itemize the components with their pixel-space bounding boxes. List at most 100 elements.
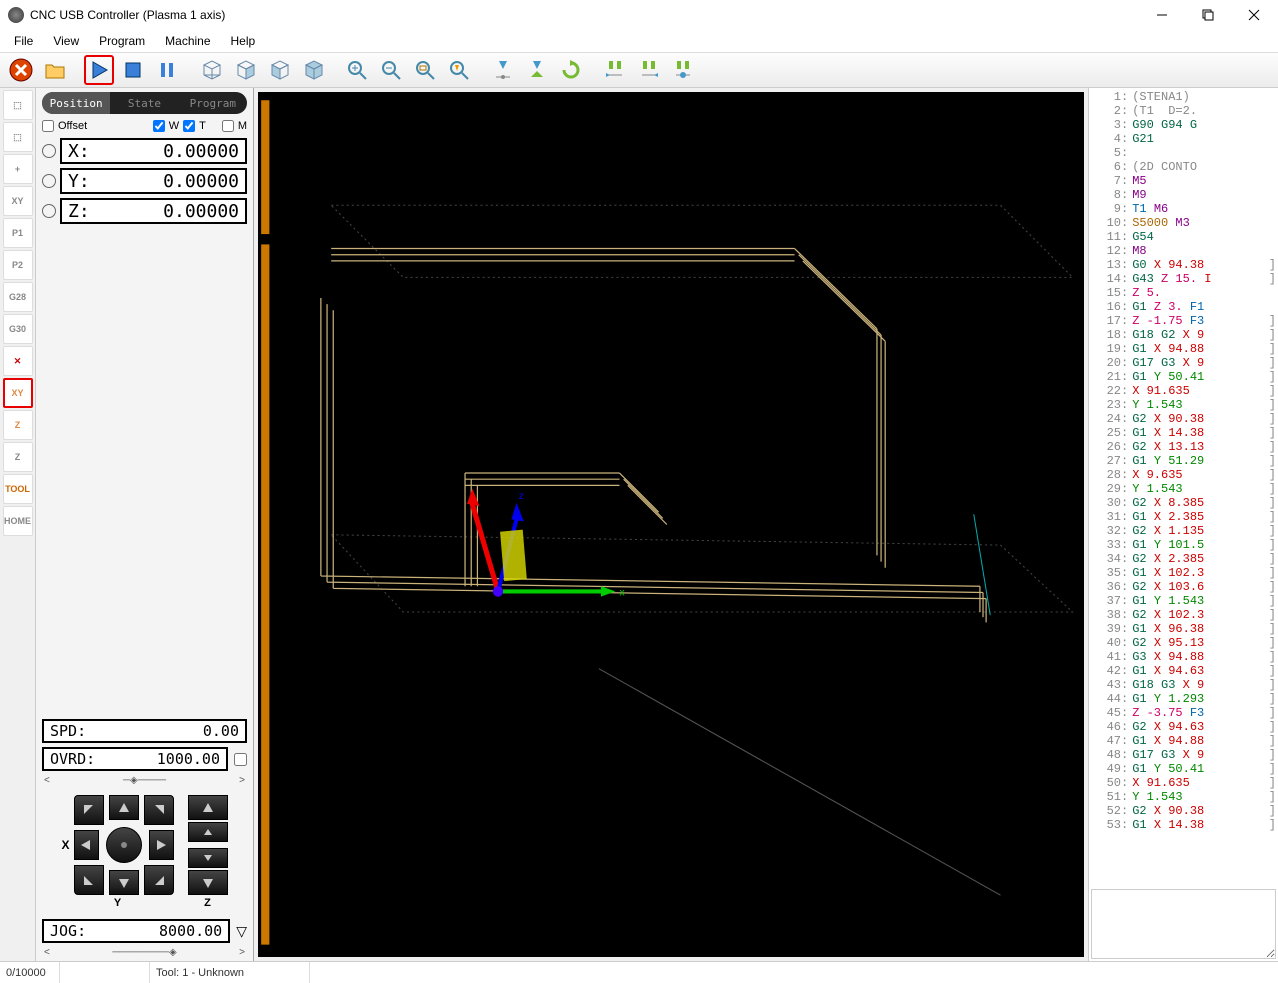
menu-help[interactable]: Help [223, 32, 264, 50]
gcode-line[interactable]: 2:(T1 D=2. [1091, 104, 1276, 118]
view-front-button[interactable] [264, 55, 294, 85]
tab-program[interactable]: Program [179, 92, 247, 114]
gcode-line[interactable]: 17:Z -1.75 F3] [1091, 314, 1276, 328]
gcode-line[interactable]: 22:X 91.635] [1091, 384, 1276, 398]
maximize-button[interactable] [1186, 1, 1230, 29]
gcode-line[interactable]: 32:G2 X 1.135] [1091, 524, 1276, 538]
jog-sw[interactable] [74, 865, 104, 895]
gcode-line[interactable]: 49:G1 Y 50.41] [1091, 762, 1276, 776]
toolchange-button[interactable] [522, 55, 552, 85]
jog-y-minus[interactable] [109, 870, 139, 895]
tool-1-button[interactable] [600, 55, 630, 85]
tool-3-button[interactable] [668, 55, 698, 85]
ovrd-slider[interactable]: <─◈────> [42, 775, 247, 785]
gcode-line[interactable]: 9:T1 M6 [1091, 202, 1276, 216]
tab-position[interactable]: Position [42, 92, 110, 114]
menu-view[interactable]: View [45, 32, 87, 50]
gcode-line[interactable]: 40:G2 X 95.13] [1091, 636, 1276, 650]
offset-checkbox[interactable] [42, 120, 54, 132]
x-radio[interactable] [42, 144, 56, 158]
rail-btn-p2[interactable]: P2 [3, 250, 33, 280]
gcode-line[interactable]: 45:Z -3.75 F3] [1091, 706, 1276, 720]
rail-btn-plus[interactable]: + [3, 154, 33, 184]
jog-z-minus-fine[interactable] [188, 848, 228, 868]
view-side-button[interactable] [230, 55, 260, 85]
gcode-line[interactable]: 34:G2 X 2.385] [1091, 552, 1276, 566]
gcode-line[interactable]: 51:Y 1.543] [1091, 790, 1276, 804]
3d-viewport[interactable]: x z [254, 88, 1088, 961]
gcode-list[interactable]: 1:(STENA1)2:(T1 D=2.3:G90 G94 G4:G215:6:… [1089, 88, 1278, 871]
gcode-line[interactable]: 53:G1 X 14.38] [1091, 818, 1276, 832]
gcode-line[interactable]: 25:G1 X 14.38] [1091, 426, 1276, 440]
menu-program[interactable]: Program [91, 32, 153, 50]
gcode-line[interactable]: 41:G3 X 94.88] [1091, 650, 1276, 664]
gcode-line[interactable]: 19:G1 X 94.88] [1091, 342, 1276, 356]
gcode-line[interactable]: 47:G1 X 94.88] [1091, 734, 1276, 748]
menu-machine[interactable]: Machine [157, 32, 218, 50]
y-radio[interactable] [42, 174, 56, 188]
jog-slider[interactable]: <────────◈> [42, 947, 247, 957]
gcode-line[interactable]: 44:G1 Y 1.293] [1091, 692, 1276, 706]
gcode-line[interactable]: 13:G0 X 94.38] [1091, 258, 1276, 272]
cycle-button[interactable] [556, 55, 586, 85]
gcode-line[interactable]: 42:G1 X 94.63] [1091, 664, 1276, 678]
jog-z-plus-fine[interactable] [188, 822, 228, 842]
play-button[interactable] [84, 55, 114, 85]
gcode-line[interactable]: 15:Z 5. [1091, 286, 1276, 300]
tab-state[interactable]: State [110, 92, 178, 114]
zoom-out-button[interactable] [376, 55, 406, 85]
t-checkbox[interactable] [183, 120, 195, 132]
gcode-line[interactable]: 14:G43 Z 15. I] [1091, 272, 1276, 286]
gcode-line[interactable]: 21:G1 Y 50.41] [1091, 370, 1276, 384]
rail-btn-x[interactable]: ✕ [3, 346, 33, 376]
jog-y-plus[interactable] [109, 795, 139, 820]
gcode-line[interactable]: 23:Y 1.543] [1091, 398, 1276, 412]
estop-button[interactable] [6, 55, 36, 85]
origin-button[interactable] [488, 55, 518, 85]
gcode-line[interactable]: 3:G90 G94 G [1091, 118, 1276, 132]
rail-btn-xy-home[interactable]: XY [3, 378, 33, 408]
gcode-line[interactable]: 5: [1091, 146, 1276, 160]
gcode-line[interactable]: 6:(2D CONTO [1091, 160, 1276, 174]
rail-btn-g28[interactable]: G28 [3, 282, 33, 312]
close-button[interactable] [1232, 1, 1276, 29]
gcode-line[interactable]: 7:M5 [1091, 174, 1276, 188]
gcode-hscroll[interactable] [1089, 871, 1278, 887]
jog-dropdown-icon[interactable]: ▽ [236, 923, 247, 940]
gcode-line[interactable]: 50:X 91.635] [1091, 776, 1276, 790]
rail-btn-p1[interactable]: P1 [3, 218, 33, 248]
menu-file[interactable]: File [6, 32, 41, 50]
minimize-button[interactable] [1140, 1, 1184, 29]
gcode-line[interactable]: 24:G2 X 90.38] [1091, 412, 1276, 426]
pause-button[interactable] [152, 55, 182, 85]
rail-btn-tool[interactable]: TOOL [3, 474, 33, 504]
gcode-line[interactable]: 26:G2 X 13.13] [1091, 440, 1276, 454]
gcode-line[interactable]: 46:G2 X 94.63] [1091, 720, 1276, 734]
gcode-line[interactable]: 27:G1 Y 51.29] [1091, 454, 1276, 468]
gcode-line[interactable]: 39:G1 X 96.38] [1091, 622, 1276, 636]
view-top-button[interactable] [196, 55, 226, 85]
jog-ne[interactable] [144, 795, 174, 825]
ovrd-checkbox[interactable] [234, 753, 247, 766]
coord-x[interactable]: X:0.00000 [60, 138, 247, 164]
open-button[interactable] [40, 55, 70, 85]
gcode-line[interactable]: 11:G54 [1091, 230, 1276, 244]
gcode-line[interactable]: 12:M8 [1091, 244, 1276, 258]
m-checkbox[interactable] [222, 120, 234, 132]
gcode-line[interactable]: 10:S5000 M3 [1091, 216, 1276, 230]
jog-nw[interactable] [74, 795, 104, 825]
gcode-line[interactable]: 1:(STENA1) [1091, 90, 1276, 104]
jog-x-plus[interactable] [149, 830, 174, 860]
rail-btn-z-home[interactable]: Z [3, 410, 33, 440]
coord-z[interactable]: Z:0.00000 [60, 198, 247, 224]
tool-2-button[interactable] [634, 55, 664, 85]
rail-btn-g30[interactable]: G30 [3, 314, 33, 344]
gcode-line[interactable]: 16:G1 Z 3. F1 [1091, 300, 1276, 314]
zoom-fit-button[interactable] [410, 55, 440, 85]
gcode-line[interactable]: 38:G2 X 102.3] [1091, 608, 1276, 622]
gcode-line[interactable]: 43:G18 G3 X 9] [1091, 678, 1276, 692]
gcode-line[interactable]: 29:Y 1.543] [1091, 482, 1276, 496]
jog-z-minus[interactable] [188, 870, 228, 895]
gcode-line[interactable]: 4:G21 [1091, 132, 1276, 146]
zoom-in-button[interactable] [342, 55, 372, 85]
